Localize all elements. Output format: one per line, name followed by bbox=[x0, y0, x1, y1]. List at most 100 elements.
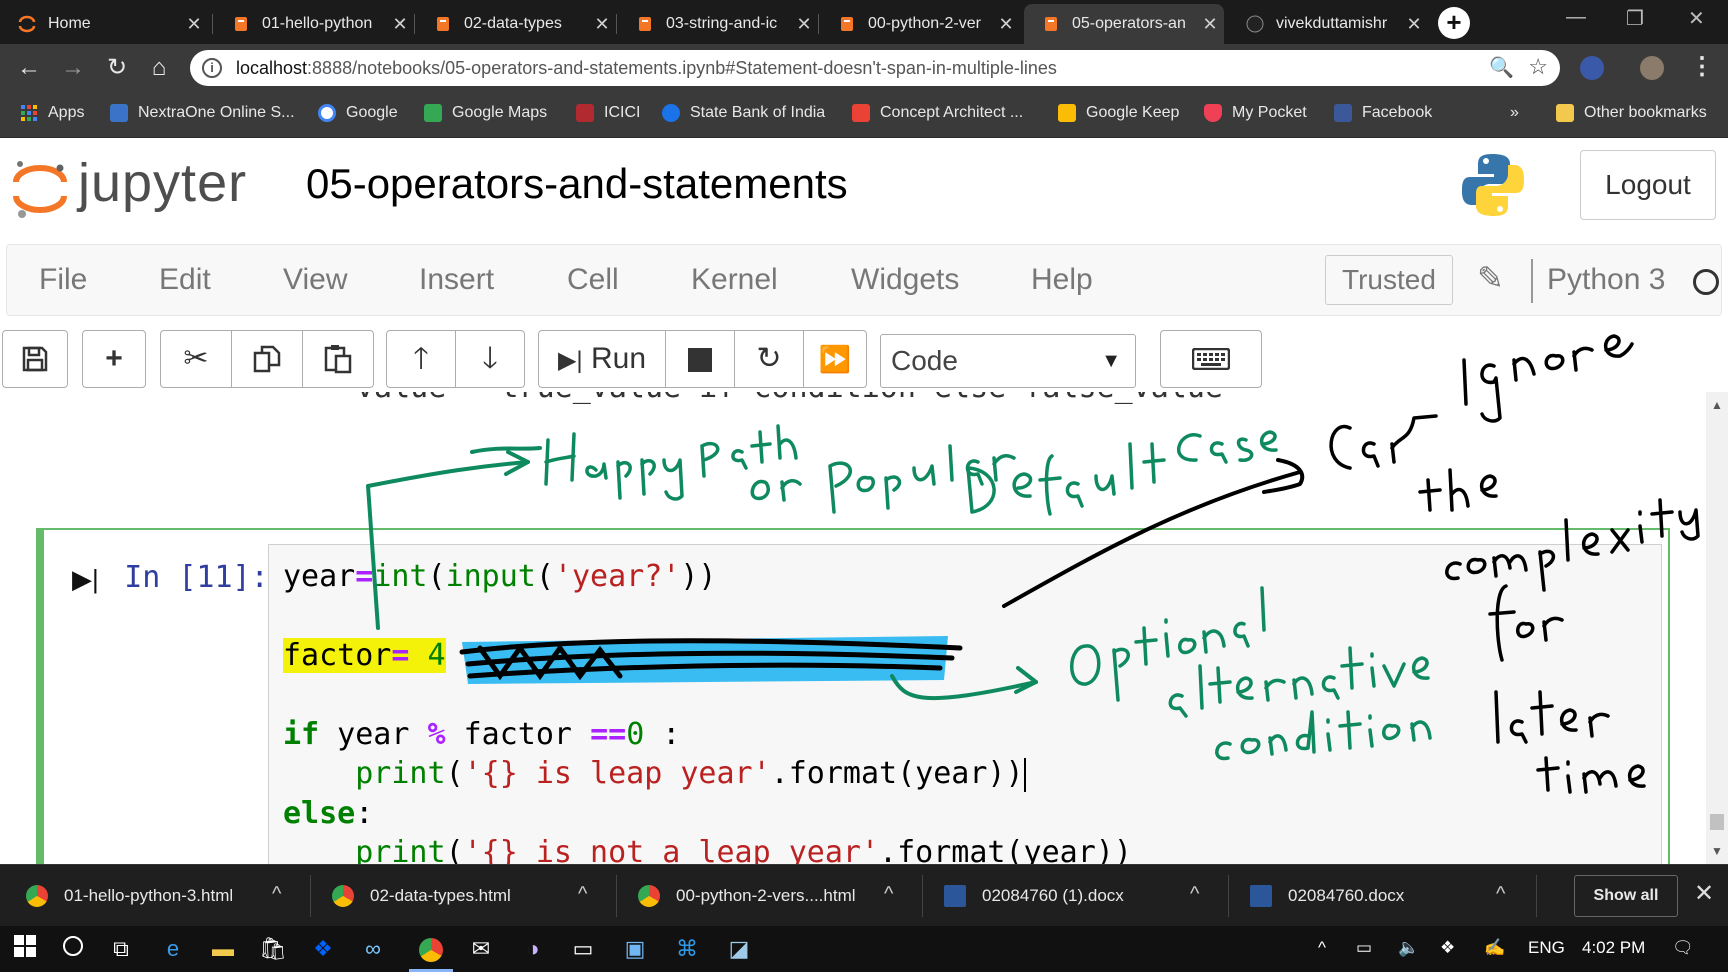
tab-01-hello-python[interactable]: 01-hello-python ✕ bbox=[214, 4, 414, 44]
battery-icon[interactable]: ▭ bbox=[1356, 938, 1372, 958]
infinity-app-icon[interactable]: ∞ bbox=[358, 934, 388, 964]
download-item[interactable]: 02084760.docx bbox=[1250, 865, 1404, 927]
forward-arrow-icon[interactable]: → bbox=[58, 53, 88, 83]
code-cell-selected[interactable]: ▶| In [11]: year=int(input('year?')) fac… bbox=[36, 528, 1670, 864]
cell-type-select[interactable]: Code ▼ bbox=[880, 334, 1136, 388]
download-item[interactable]: 01-hello-python-3.html bbox=[26, 865, 233, 927]
restart-button[interactable]: ↻ bbox=[734, 330, 804, 388]
tab-00-python-2[interactable]: 00-python-2-ver ✕ bbox=[820, 4, 1020, 44]
menu-insert[interactable]: Insert bbox=[419, 263, 494, 297]
cut-button[interactable]: ✂ bbox=[160, 330, 232, 388]
extension-icon[interactable] bbox=[1580, 56, 1604, 80]
download-item[interactable]: 00-python-2-vers....html bbox=[638, 865, 856, 927]
search-circle-icon[interactable] bbox=[58, 934, 88, 964]
windows-start-icon[interactable] bbox=[10, 934, 40, 964]
task-view-icon[interactable]: ⧉ bbox=[106, 934, 136, 964]
minimize-icon[interactable]: — bbox=[1566, 6, 1586, 29]
show-hidden-icons-chevron[interactable]: ^ bbox=[1318, 938, 1326, 958]
edit-pencil-icon[interactable]: ✎ bbox=[1477, 259, 1504, 297]
menu-widgets[interactable]: Widgets bbox=[851, 263, 959, 297]
terminal-icon[interactable]: ▭ bbox=[568, 934, 598, 964]
download-item[interactable]: 02-data-types.html bbox=[332, 865, 511, 927]
chrome-icon[interactable] bbox=[416, 934, 446, 964]
scroll-up-icon[interactable]: ▲ bbox=[1711, 398, 1723, 412]
menu-cell[interactable]: Cell bbox=[567, 263, 619, 297]
trusted-indicator[interactable]: Trusted bbox=[1325, 255, 1453, 305]
bookmark-pocket[interactable]: My Pocket bbox=[1204, 104, 1307, 122]
notes-app-icon[interactable]: ◪ bbox=[724, 934, 754, 964]
tab-github[interactable]: vivekduttamishr ✕ bbox=[1228, 4, 1428, 44]
dropbox-icon[interactable]: ❖ bbox=[308, 934, 338, 964]
profile-avatar[interactable] bbox=[1640, 56, 1664, 80]
save-button[interactable] bbox=[2, 330, 68, 388]
run-all-button[interactable]: ⏩ bbox=[803, 330, 867, 388]
back-arrow-icon[interactable]: ← bbox=[14, 53, 44, 83]
remote-desktop-icon[interactable]: ▣ bbox=[620, 934, 650, 964]
chevron-up-icon[interactable]: ^ bbox=[1496, 883, 1505, 906]
close-icon[interactable]: ✕ bbox=[386, 14, 414, 35]
move-down-button[interactable]: 🡓 bbox=[455, 330, 525, 388]
volume-icon[interactable]: 🔈 bbox=[1398, 938, 1419, 958]
clock-time[interactable]: 4:02 PM bbox=[1582, 938, 1645, 958]
scroll-down-icon[interactable]: ▼ bbox=[1711, 844, 1723, 858]
restore-icon[interactable]: ❐ bbox=[1626, 6, 1644, 31]
download-item[interactable]: 02084760 (1).docx bbox=[944, 865, 1124, 927]
tab-05-operators[interactable]: 05-operators-an ✕ bbox=[1024, 4, 1224, 44]
chevron-up-icon[interactable]: ^ bbox=[272, 883, 281, 906]
action-center-icon[interactable]: 🗨 bbox=[1672, 938, 1694, 958]
bookmark-nextraone[interactable]: NextraOne Online S... bbox=[110, 104, 295, 122]
close-icon[interactable]: ✕ bbox=[790, 14, 818, 35]
paste-button[interactable] bbox=[302, 330, 374, 388]
show-all-downloads-button[interactable]: Show all bbox=[1574, 875, 1678, 917]
page-scrollbar[interactable]: ▲ ▼ bbox=[1706, 392, 1728, 864]
chevron-up-icon[interactable]: ^ bbox=[578, 883, 587, 906]
close-icon[interactable]: ✕ bbox=[992, 14, 1020, 35]
run-button[interactable]: ▶| Run bbox=[538, 330, 666, 388]
bookmark-apps[interactable]: Apps bbox=[20, 104, 84, 122]
pen-workspace-icon[interactable]: ✍ bbox=[1484, 938, 1505, 958]
more-menu-icon[interactable]: ⋮ bbox=[1690, 52, 1714, 81]
eclipse-icon[interactable]: ◑ bbox=[518, 934, 548, 964]
kernel-name[interactable]: Python 3 bbox=[1547, 263, 1665, 297]
bookmark-sbi[interactable]: State Bank of India bbox=[662, 104, 825, 122]
interrupt-button[interactable] bbox=[665, 330, 735, 388]
zoom-icon[interactable]: 🔍 bbox=[1489, 55, 1514, 80]
tab-home[interactable]: Home ✕ bbox=[0, 4, 208, 44]
window-close-icon[interactable]: ✕ bbox=[1688, 6, 1705, 31]
dropbox-tray-icon[interactable]: ❖ bbox=[1440, 938, 1455, 958]
bookmarks-overflow-chevron[interactable]: » bbox=[1510, 104, 1519, 122]
new-tab-button[interactable]: + bbox=[1438, 7, 1470, 39]
close-icon[interactable]: ✕ bbox=[180, 14, 208, 35]
chevron-up-icon[interactable]: ^ bbox=[1190, 883, 1199, 906]
bookmark-star-icon[interactable]: ☆ bbox=[1528, 54, 1548, 80]
scrollbar-thumb[interactable] bbox=[1710, 814, 1724, 830]
site-info-icon[interactable]: i bbox=[202, 58, 222, 78]
copy-button[interactable] bbox=[231, 330, 303, 388]
file-explorer-icon[interactable]: ▬ bbox=[208, 934, 238, 964]
reload-icon[interactable]: ↻ bbox=[102, 53, 132, 83]
close-icon[interactable]: ✕ bbox=[1694, 879, 1714, 908]
bookmark-google-maps[interactable]: Google Maps bbox=[424, 104, 547, 122]
menu-kernel[interactable]: Kernel bbox=[691, 263, 778, 297]
other-bookmarks-folder[interactable]: Other bookmarks bbox=[1556, 104, 1707, 122]
bookmark-facebook[interactable]: Facebook bbox=[1334, 104, 1432, 122]
url-bar[interactable]: i localhost:8888/notebooks/05-operators-… bbox=[190, 50, 1560, 86]
code-editor[interactable]: year=int(input('year?')) factor= 4 if ye… bbox=[268, 544, 1662, 864]
move-up-button[interactable]: 🡑 bbox=[386, 330, 456, 388]
chevron-up-icon[interactable]: ^ bbox=[884, 883, 893, 906]
close-icon[interactable]: ✕ bbox=[588, 14, 616, 35]
url-text[interactable]: localhost:8888/notebooks/05-operators-an… bbox=[236, 58, 1057, 79]
menu-help[interactable]: Help bbox=[1031, 263, 1093, 297]
tab-03-string[interactable]: 03-string-and-ic ✕ bbox=[618, 4, 818, 44]
notebook-title[interactable]: 05-operators-and-statements bbox=[306, 160, 848, 208]
edge-browser-icon[interactable]: e bbox=[158, 934, 188, 964]
tab-02-data-types[interactable]: 02-data-types ✕ bbox=[416, 4, 616, 44]
menu-edit[interactable]: Edit bbox=[159, 263, 211, 297]
menu-file[interactable]: File bbox=[39, 263, 87, 297]
bookmark-icici[interactable]: ICICI bbox=[576, 104, 640, 122]
bookmark-google-keep[interactable]: Google Keep bbox=[1058, 104, 1179, 122]
command-palette-button[interactable] bbox=[1160, 330, 1262, 388]
close-icon[interactable]: ✕ bbox=[1196, 14, 1224, 35]
jupyter-logo-text[interactable]: jupyter bbox=[78, 152, 247, 214]
insert-cell-button[interactable]: + bbox=[82, 330, 146, 388]
